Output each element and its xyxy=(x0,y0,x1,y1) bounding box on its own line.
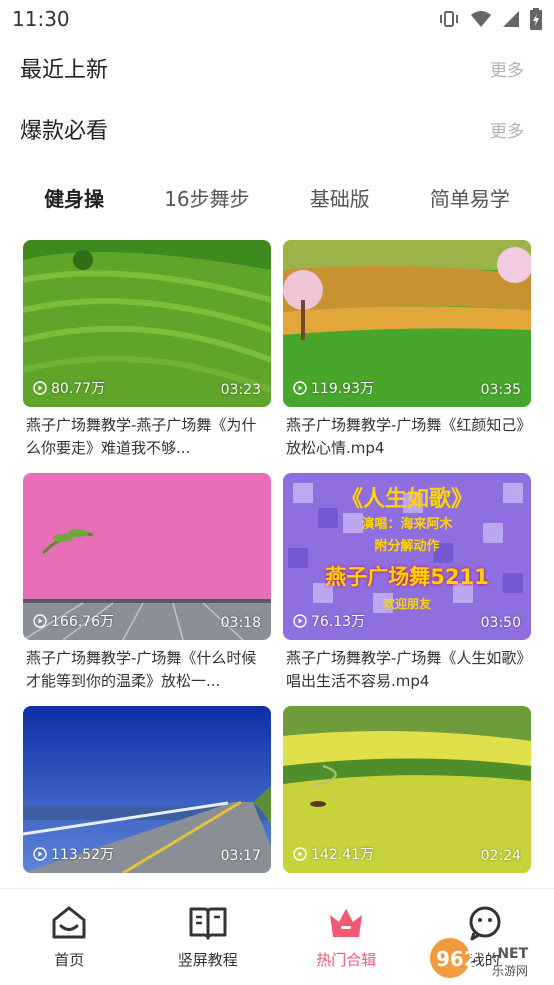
play-circle-icon xyxy=(293,847,307,861)
svg-text:乐游网: 乐游网 xyxy=(492,964,528,978)
video-card[interactable]: 80.77万 03:23 燕子广场舞教学-燕子广场舞《为什么你要走》难道我不够.… xyxy=(23,240,271,460)
view-count: 76.13万 xyxy=(293,611,365,631)
nav-home[interactable]: 首页 xyxy=(0,889,138,970)
tab-16-steps[interactable]: 16步舞步 xyxy=(164,183,249,212)
play-circle-icon xyxy=(293,381,307,395)
overlay-breakdown: 附分解动作 xyxy=(374,539,440,554)
video-thumbnail[interactable]: 113.52万 03:17 xyxy=(23,706,271,873)
section-title-hot: 爆款必看 xyxy=(20,119,109,144)
status-bar: 11:30 xyxy=(0,0,554,38)
section-title-recent: 最近上新 xyxy=(20,58,109,83)
video-duration: 03:50 xyxy=(480,615,521,631)
play-circle-icon xyxy=(293,614,307,628)
video-card[interactable]: 《人生如歌》 演唱：海来阿木 附分解动作 燕子广场舞5211 欢迎朋友 76.1… xyxy=(283,473,531,693)
video-duration: 03:23 xyxy=(220,382,261,398)
section-recent: 最近上新 更多 xyxy=(0,46,554,90)
video-title[interactable]: 燕子广场舞教学-广场舞《什么时候才能等到你的温柔》放松一... xyxy=(23,647,271,693)
crown-icon xyxy=(330,909,363,937)
video-title[interactable]: 燕子广场舞教学-燕子广场舞《为什么你要走》难道我不够... xyxy=(23,414,271,460)
play-circle-icon xyxy=(33,847,47,861)
video-grid: 80.77万 03:23 燕子广场舞教学-燕子广场舞《为什么你要走》难道我不够.… xyxy=(23,240,531,926)
play-circle-icon xyxy=(33,381,47,395)
battery-icon xyxy=(530,8,542,30)
video-duration: 03:17 xyxy=(220,848,261,864)
view-count-text: 119.93万 xyxy=(311,381,374,397)
view-count-text: 166.76万 xyxy=(51,614,114,630)
watermark-graphic: 962 .NET 乐游网 xyxy=(430,938,529,978)
tab-fitness[interactable]: 健身操 xyxy=(44,183,104,212)
video-thumbnail[interactable]: 80.77万 03:23 xyxy=(23,240,271,407)
video-duration: 02:24 xyxy=(480,848,521,864)
overlay-channel: 燕子广场舞5211 xyxy=(325,565,489,589)
video-thumbnail[interactable]: 119.93万 03:35 xyxy=(283,240,531,407)
overlay-singer: 演唱：海来阿木 xyxy=(361,517,453,532)
svg-text:962: 962 xyxy=(436,947,478,971)
overlay-welcome: 欢迎朋友 xyxy=(382,597,431,611)
view-count-text: 76.13万 xyxy=(311,614,366,630)
view-count: 80.77万 xyxy=(33,378,105,398)
svg-text:.NET: .NET xyxy=(492,946,529,962)
status-icons xyxy=(438,8,542,30)
section-hot: 爆款必看 更多 xyxy=(0,107,554,151)
video-thumbnail[interactable]: 142.41万 02:24 xyxy=(283,706,531,873)
view-count-text: 142.41万 xyxy=(311,847,374,863)
tab-easy[interactable]: 简单易学 xyxy=(430,183,510,212)
tab-basic[interactable]: 基础版 xyxy=(310,183,370,212)
more-link-hot[interactable]: 更多 xyxy=(490,117,524,142)
view-count: 119.93万 xyxy=(293,378,374,398)
video-title[interactable]: 燕子广场舞教学-广场舞《红颜知己》放松心情.mp4 xyxy=(283,414,531,460)
signal-icon xyxy=(503,11,519,27)
nav-label-hot-collection: 热门合辑 xyxy=(316,951,377,969)
nav-vertical-tutorial[interactable]: 竖屏教程 xyxy=(139,889,277,970)
nav-label-vertical-tutorial: 竖屏教程 xyxy=(177,951,238,969)
nav-hot-collection[interactable]: 热门合辑 xyxy=(277,889,415,970)
play-circle-icon xyxy=(33,614,47,628)
video-duration: 03:18 xyxy=(220,615,261,631)
video-card[interactable]: 119.93万 03:35 燕子广场舞教学-广场舞《红颜知己》放松心情.mp4 xyxy=(283,240,531,460)
category-tabs: 健身操 16步舞步 基础版 简单易学 xyxy=(0,174,554,220)
view-count-text: 80.77万 xyxy=(51,381,106,397)
book-icon xyxy=(189,907,227,940)
video-duration: 03:35 xyxy=(480,382,521,398)
overlay-song-title: 《人生如歌》 xyxy=(340,487,473,512)
video-thumbnail[interactable]: 166.76万 03:18 xyxy=(23,473,271,640)
status-time: 11:30 xyxy=(12,7,70,31)
more-link-recent[interactable]: 更多 xyxy=(490,56,524,81)
video-title[interactable]: 燕子广场舞教学-广场舞《人生如歌》唱出生活不容易.mp4 xyxy=(283,647,531,693)
view-count: 166.76万 xyxy=(33,611,114,631)
view-count: 113.52万 xyxy=(33,844,114,864)
home-icon xyxy=(52,906,86,939)
vibrate-icon xyxy=(440,11,458,27)
video-thumbnail[interactable]: 《人生如歌》 演唱：海来阿木 附分解动作 燕子广场舞5211 欢迎朋友 76.1… xyxy=(283,473,531,640)
view-count: 142.41万 xyxy=(293,844,374,864)
view-count-text: 113.52万 xyxy=(51,847,114,863)
nav-label-home: 首页 xyxy=(54,951,85,969)
wifi-icon xyxy=(471,11,491,27)
site-watermark-logo: 962 .NET 乐游网 xyxy=(428,936,548,980)
video-card[interactable]: 166.76万 03:18 燕子广场舞教学-广场舞《什么时候才能等到你的温柔》放… xyxy=(23,473,271,693)
